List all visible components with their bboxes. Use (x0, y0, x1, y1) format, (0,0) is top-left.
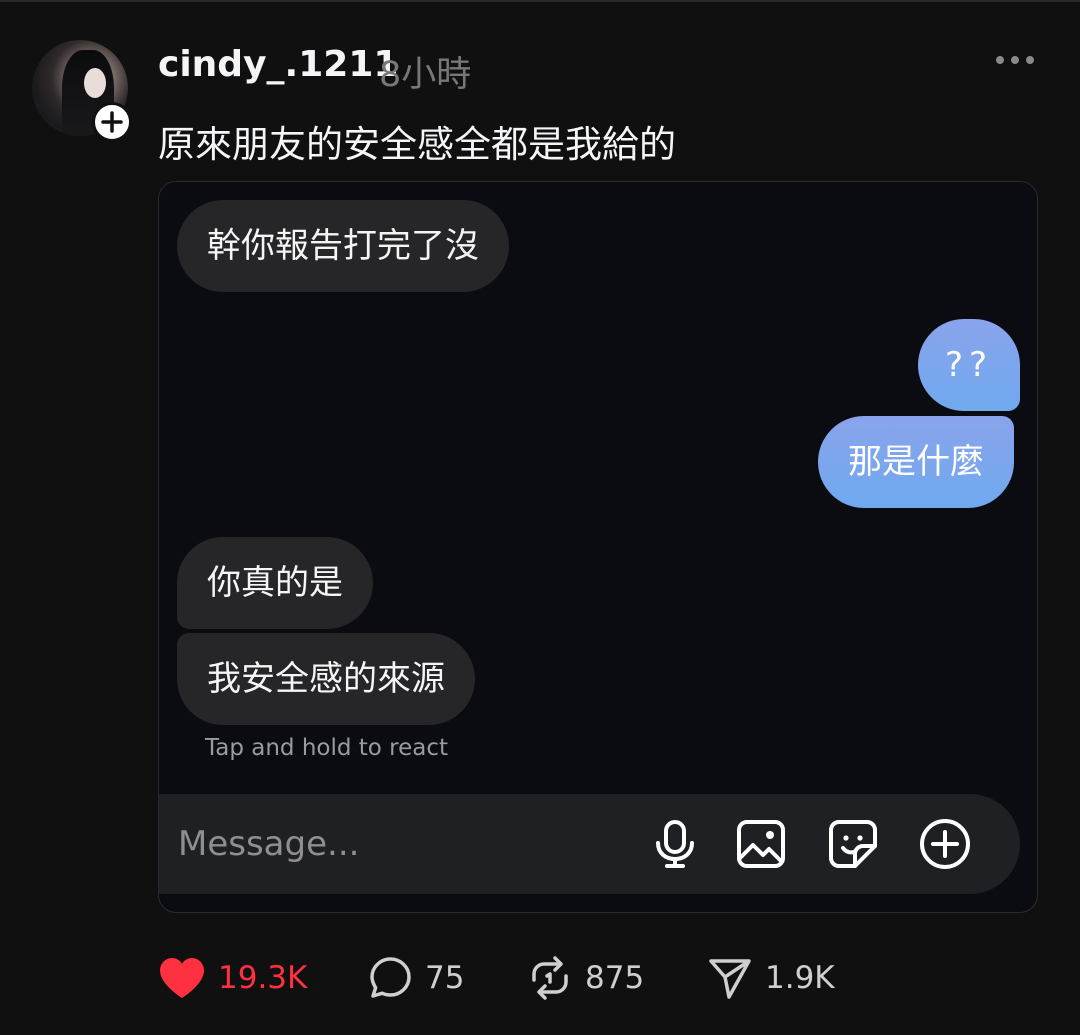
message-incoming: 幹你報告打完了沒 (177, 200, 509, 292)
sticker-icon[interactable] (827, 818, 879, 870)
more-options-icon[interactable] (996, 56, 1034, 64)
chat-screenshot: 幹你報告打完了沒 ?? 那是什麼 你真的是 我安全感的來源 Tap and ho… (158, 181, 1038, 913)
message-incoming: 你真的是 (177, 537, 373, 629)
share-count: 1.9K (765, 960, 835, 996)
message-outgoing: ?? (918, 319, 1020, 411)
comment-button[interactable]: 75 (369, 950, 464, 1006)
avatar-face (84, 68, 106, 98)
image-icon[interactable] (735, 818, 787, 870)
message-composer[interactable]: Message... (159, 794, 1020, 894)
message-outgoing: 那是什麼 (818, 416, 1014, 508)
plus-icon (101, 111, 123, 133)
message-incoming: 我安全感的來源 (177, 633, 475, 725)
heart-icon (160, 958, 204, 998)
repost-button[interactable]: 875 (527, 950, 644, 1006)
repost-count: 875 (585, 960, 645, 996)
share-button[interactable]: 1.9K (707, 950, 835, 1006)
comment-count: 75 (425, 960, 465, 996)
microphone-icon[interactable] (649, 818, 701, 870)
react-hint: Tap and hold to react (205, 735, 449, 761)
like-count: 19.3K (218, 960, 308, 996)
top-divider (0, 0, 1080, 2)
message-input[interactable]: Message... (178, 824, 359, 864)
send-icon (709, 959, 751, 999)
comment-icon (370, 957, 411, 998)
repost-icon (532, 956, 568, 1000)
post-time: 8小時 (379, 55, 472, 95)
follow-button[interactable] (92, 102, 132, 142)
like-button[interactable]: 19.3K (158, 950, 307, 1006)
add-icon[interactable] (919, 818, 971, 870)
username[interactable]: cindy_.1211 (158, 44, 398, 85)
post-caption: 原來朋友的安全感全都是我給的 (158, 123, 676, 166)
